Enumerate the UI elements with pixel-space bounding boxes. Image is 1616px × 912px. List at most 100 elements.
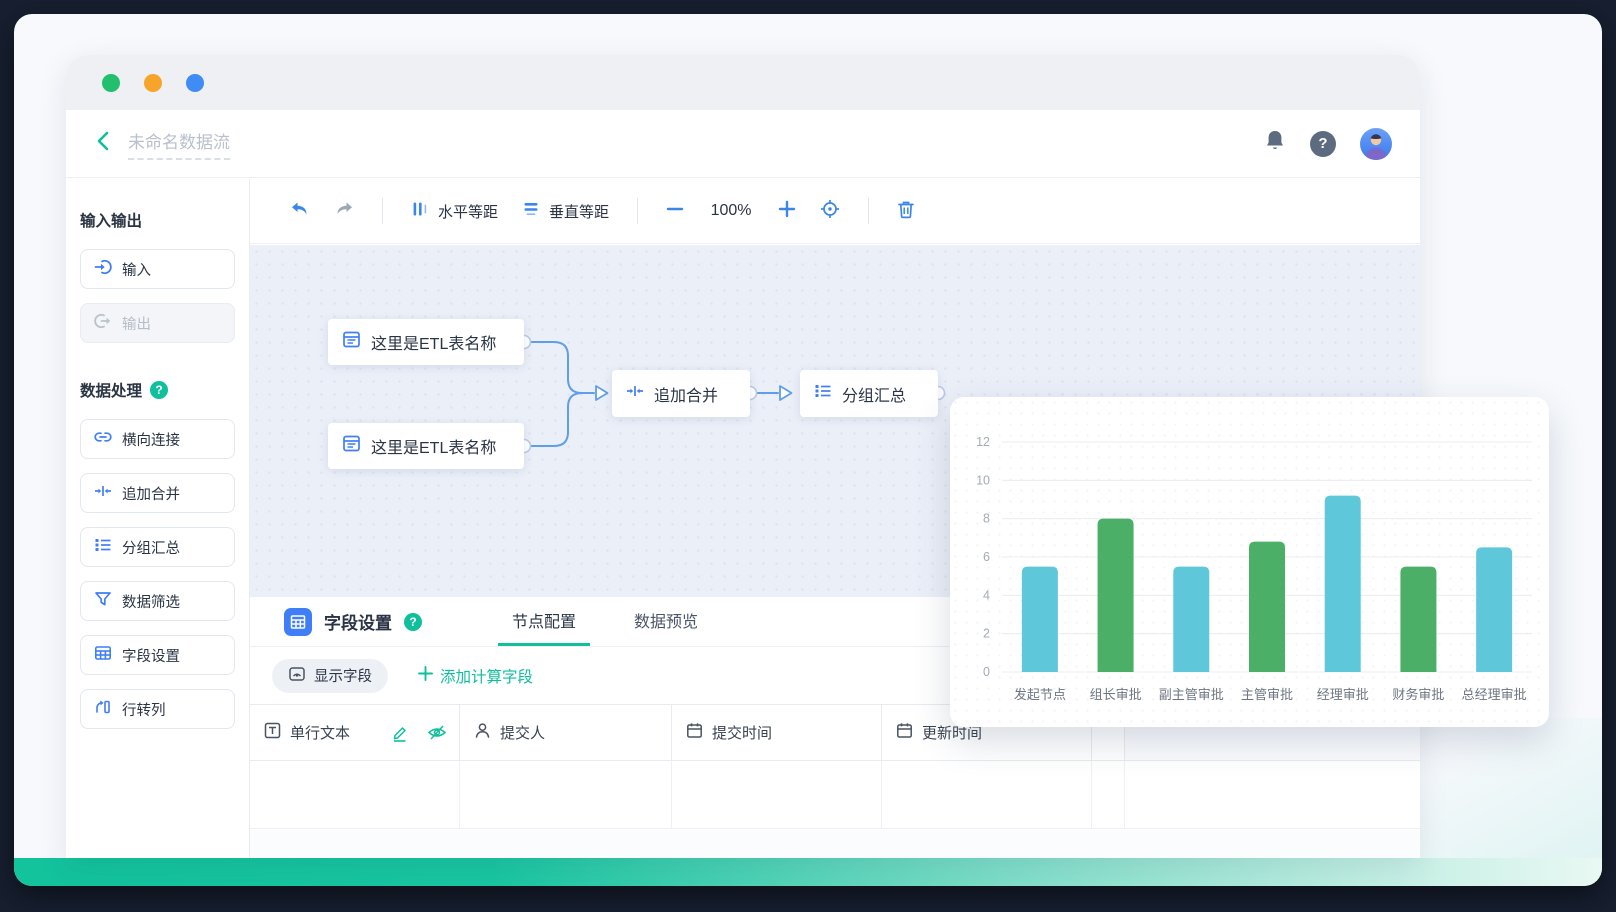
fit-view-button[interactable] [820, 199, 840, 223]
panel-title: 字段设置 [324, 614, 392, 633]
add-calc-field-button[interactable]: 添加计算字段 [418, 665, 533, 687]
app-header: 未命名数据流 ? [66, 110, 1420, 178]
svg-text:财务审批: 财务审批 [1392, 687, 1444, 702]
horizontal-distribute-button[interactable]: 水平等距 [411, 200, 498, 222]
io-heading: 输入输出 [80, 213, 143, 230]
help-icon[interactable]: ? [1310, 130, 1336, 157]
target-icon [820, 199, 840, 223]
minus-icon [666, 200, 684, 222]
bell-icon[interactable] [1264, 129, 1286, 158]
sidebar-item-input[interactable]: 输入 [80, 249, 235, 289]
svg-text:总经理审批: 总经理审批 [1462, 687, 1527, 702]
user-icon [474, 722, 491, 743]
bottom-gradient-bar [14, 858, 1602, 886]
fields-icon [94, 644, 112, 666]
group-summary-node[interactable]: 分组汇总 [800, 370, 938, 417]
toolbar-divider [637, 198, 639, 224]
sidebar-item-append-merge[interactable]: 追加合并 [80, 473, 235, 513]
calendar-icon [896, 722, 913, 743]
zoom-out-button[interactable] [666, 200, 684, 222]
field-settings-icon [284, 607, 312, 636]
column-header-text[interactable]: 单行文本 [250, 705, 460, 760]
bar-组长审批 [1097, 518, 1134, 672]
filter-icon [94, 590, 112, 612]
back-button[interactable] [94, 130, 112, 157]
calendar-icon [686, 722, 703, 743]
etl-table-icon [342, 330, 361, 354]
sidebar-item-filter[interactable]: 数据筛选 [80, 581, 235, 621]
window-titlebar [66, 55, 1420, 110]
user-avatar[interactable] [1360, 127, 1392, 160]
append-merge-node[interactable]: 追加合并 [612, 370, 750, 417]
column-header-submit-time[interactable]: 提交时间 [672, 705, 882, 760]
etl-table-node-2[interactable]: 这里是ETL表名称 [328, 423, 524, 469]
plus-icon [418, 665, 433, 686]
bar-发起节点 [1021, 566, 1058, 672]
svg-text:发起节点: 发起节点 [1014, 687, 1066, 702]
merge-icon [94, 482, 112, 504]
sidebar-item-output[interactable]: 输出 [80, 303, 235, 343]
toolbar-divider [868, 198, 870, 224]
panel-help-icon[interactable]: ? [404, 612, 422, 631]
svg-text:0: 0 [983, 665, 990, 679]
etl-table-node-1[interactable]: 这里是ETL表名称 [328, 319, 524, 365]
sidebar-item-field-settings[interactable]: 字段设置 [80, 635, 235, 675]
toolbar-divider [382, 198, 383, 224]
traffic-light[interactable] [186, 73, 204, 92]
group-icon [814, 382, 832, 405]
bar-总经理审批 [1476, 547, 1513, 672]
header-actions: ? [1264, 127, 1392, 160]
svg-text:组长审批: 组长审批 [1090, 687, 1142, 702]
bar-副主管审批 [1173, 566, 1210, 672]
outer-panel: 未命名数据流 ? 输入输出 输入 输出 数据处理 ? 横向连接 追加合并 分组汇… [14, 14, 1602, 886]
svg-text:副主管审批: 副主管审批 [1159, 687, 1224, 702]
link-icon [94, 428, 112, 450]
traffic-light[interactable] [102, 73, 120, 92]
panel-tabs: 节点配置 数据预览 [498, 597, 712, 646]
svg-text:12: 12 [976, 435, 990, 449]
process-help-icon[interactable]: ? [150, 381, 169, 399]
undo-button[interactable] [290, 200, 310, 222]
input-icon [94, 258, 112, 280]
column-header-submitter[interactable]: 提交人 [460, 705, 672, 760]
canvas-toolbar: 水平等距 垂直等距 100% [250, 179, 1420, 244]
chart-card: 0 2 4 6 8 10 12 发起节点 组长审批 副主管审批 主管审批 经理审批 财务审批 总经理审批 [950, 397, 1549, 727]
zoom-level: 100% [710, 202, 752, 219]
process-heading: 数据处理 ? [80, 379, 235, 401]
approval-bar-chart: 0 2 4 6 8 10 12 发起节点 组长审批 副主管审批 主管审批 经理审批 财务审批 总经理审批 [976, 435, 1532, 702]
bar-主管审批 [1249, 541, 1285, 672]
svg-text:4: 4 [983, 588, 990, 602]
sidebar-item-pivot[interactable]: 行转列 [80, 689, 235, 729]
bar-财务审批 [1400, 566, 1437, 672]
trash-icon [897, 200, 915, 223]
svg-text:8: 8 [983, 512, 990, 526]
table-row [250, 761, 1420, 829]
zoom-in-button[interactable] [778, 200, 796, 222]
tab-node-config[interactable]: 节点配置 [498, 597, 591, 646]
show-fields-button[interactable]: 显示字段 [272, 658, 388, 693]
redo-icon [334, 200, 354, 222]
table-row [250, 830, 1420, 858]
vertical-distribute-icon [522, 200, 540, 222]
svg-text:2: 2 [983, 627, 990, 641]
delete-button[interactable] [897, 200, 915, 223]
eye-card-icon [288, 665, 306, 687]
pivot-icon [94, 698, 112, 720]
output-icon [94, 312, 112, 334]
bar-经理审批 [1324, 495, 1361, 672]
sidebar-item-group-summary[interactable]: 分组汇总 [80, 527, 235, 567]
svg-text:经理审批: 经理审批 [1317, 687, 1369, 702]
redo-button[interactable] [334, 200, 354, 222]
undo-icon [290, 200, 310, 222]
flow-title-input[interactable]: 未命名数据流 [128, 128, 230, 160]
hide-field-icon[interactable] [427, 724, 447, 741]
horizontal-distribute-icon [411, 200, 429, 222]
fields-table: 单行文本 提交人 提交时间 更新时间 [250, 704, 1420, 858]
tab-data-preview[interactable]: 数据预览 [620, 597, 712, 646]
traffic-light[interactable] [144, 73, 162, 92]
edit-field-icon[interactable] [391, 724, 408, 742]
vertical-distribute-button[interactable]: 垂直等距 [522, 200, 609, 222]
sidebar-item-join[interactable]: 横向连接 [80, 419, 235, 459]
svg-text:6: 6 [983, 550, 990, 564]
text-field-icon [264, 722, 281, 743]
